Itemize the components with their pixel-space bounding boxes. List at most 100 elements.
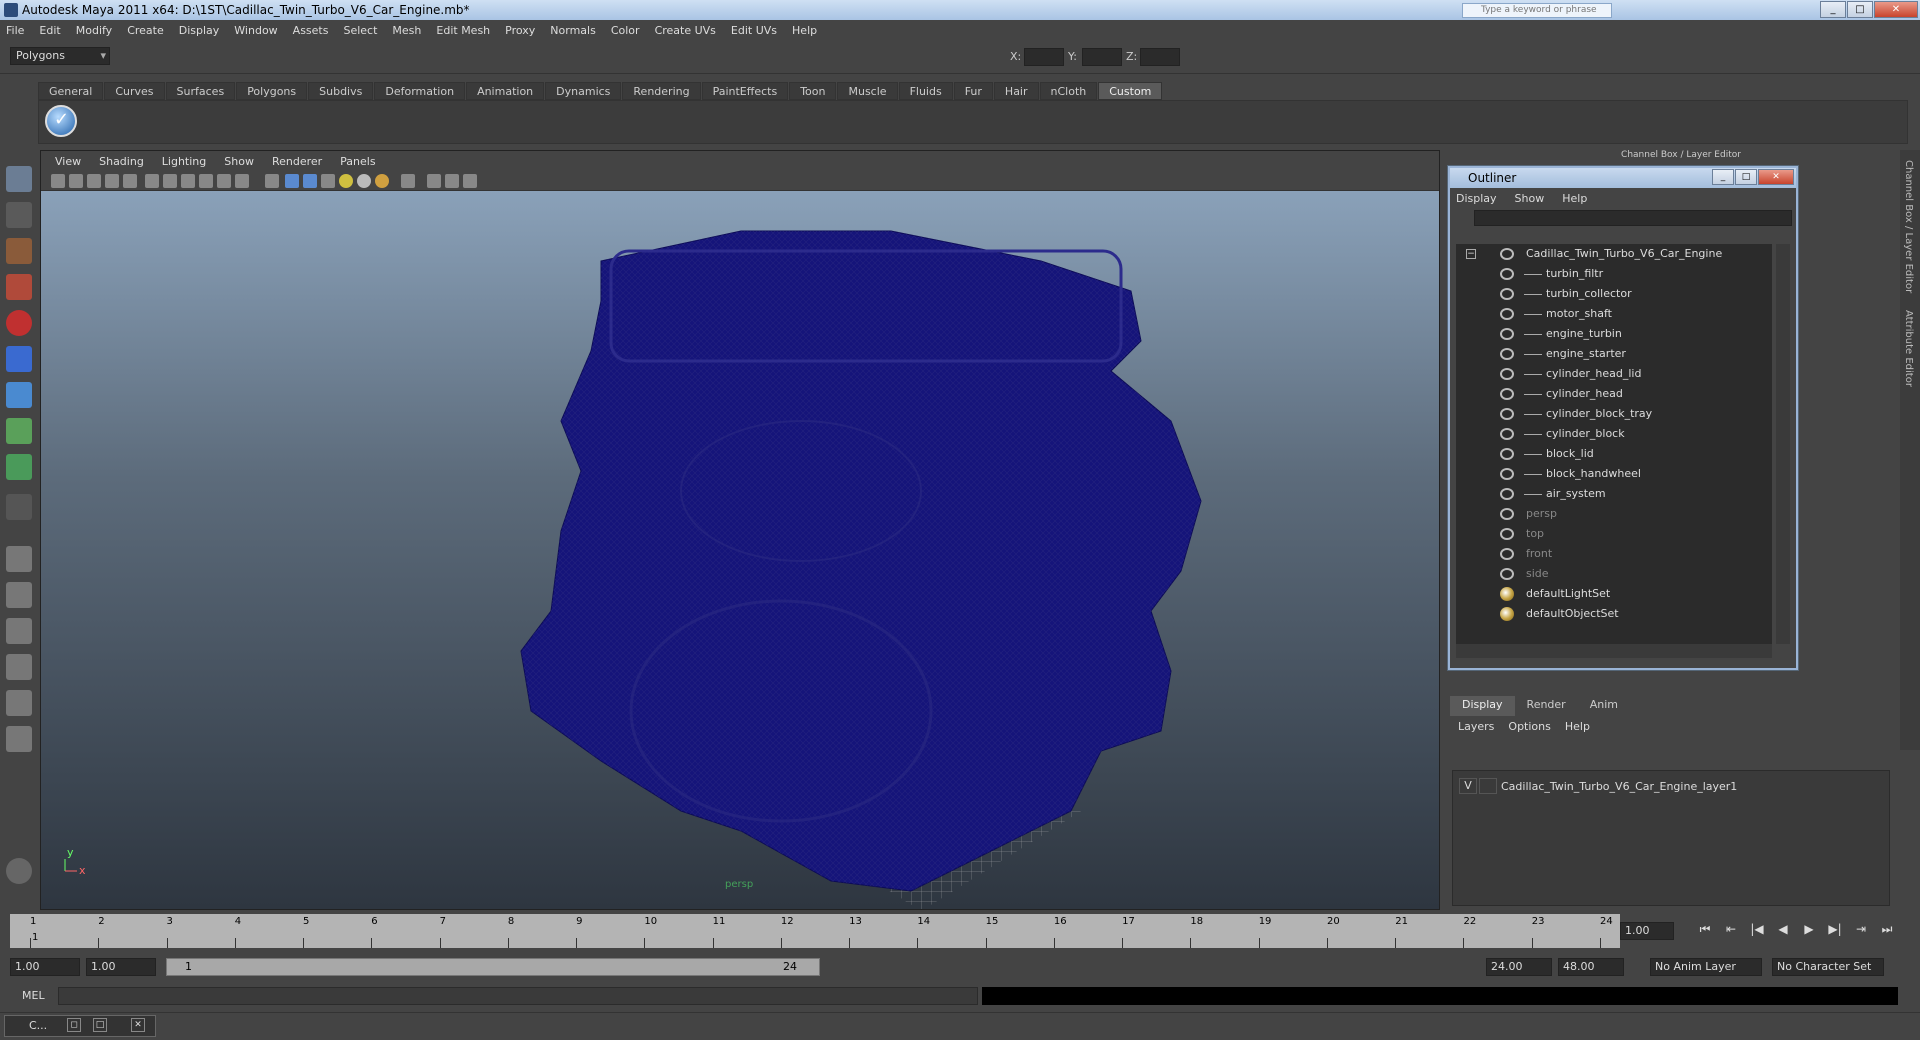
isolate-select-icon[interactable] <box>265 174 279 188</box>
single-perspective-layout-icon[interactable] <box>6 546 32 572</box>
outliner-item[interactable]: engine_turbin <box>1456 324 1772 344</box>
outliner-filter-input[interactable] <box>1474 210 1792 226</box>
shelf-tab-general[interactable]: General <box>38 82 104 100</box>
layer-menu-options[interactable]: Options <box>1508 720 1550 733</box>
outliner-item[interactable]: cylinder_block_tray <box>1456 404 1772 424</box>
restore-icon[interactable]: ◻ <box>67 1018 81 1032</box>
bookmark-icon[interactable] <box>87 174 101 188</box>
shelf-tab-fluids[interactable]: Fluids <box>898 82 953 100</box>
viewport-menu-panels[interactable]: Panels <box>340 155 375 168</box>
film-gate-icon[interactable] <box>427 174 441 188</box>
current-frame-field[interactable]: 1.00 <box>1620 922 1674 940</box>
outliner-camera-item[interactable]: side <box>1456 564 1772 584</box>
perspective-viewport[interactable]: View Shading Lighting Show Renderer Panels <box>40 150 1440 910</box>
outliner-camera-item[interactable]: top <box>1456 524 1772 544</box>
layer-visibility-toggle[interactable]: V <box>1459 778 1477 794</box>
layer-tab-render[interactable]: Render <box>1515 696 1578 716</box>
shelf-tab-subdivs[interactable]: Subdivs <box>308 82 374 100</box>
last-tool-icon[interactable] <box>6 494 32 520</box>
shelf-tab-rendering[interactable]: Rendering <box>622 82 701 100</box>
shelf-tab-toon[interactable]: Toon <box>789 82 837 100</box>
close-button[interactable]: ✕ <box>1874 1 1918 18</box>
menu-proxy[interactable]: Proxy <box>505 24 535 37</box>
menu-create[interactable]: Create <box>127 24 164 37</box>
graph-editor-layout-icon[interactable] <box>6 654 32 680</box>
step-back-key-icon[interactable]: ⇤ <box>1718 922 1744 940</box>
outliner-item[interactable]: turbin_collector <box>1456 284 1772 304</box>
menu-edit[interactable]: Edit <box>39 24 60 37</box>
camera-attributes-icon[interactable] <box>69 174 83 188</box>
step-back-frame-icon[interactable]: |◀ <box>1744 922 1770 940</box>
start-time-field[interactable]: 1.00 <box>10 958 80 976</box>
viewport-menu-shading[interactable]: Shading <box>99 155 144 168</box>
minimized-window-item[interactable]: C... ◻ □ ✕ <box>4 1015 156 1037</box>
viewport-menu-renderer[interactable]: Renderer <box>272 155 322 168</box>
layer-tab-display[interactable]: Display <box>1450 696 1515 716</box>
outliner-persp-layout-icon[interactable] <box>6 618 32 644</box>
go-to-end-icon[interactable]: ⏭ <box>1874 922 1900 940</box>
play-backwards-icon[interactable]: ◀ <box>1770 922 1796 940</box>
help-search-input[interactable]: Type a keyword or phrase <box>1462 3 1612 18</box>
layer-menu-help[interactable]: Help <box>1565 720 1590 733</box>
shelf-tab-dynamics[interactable]: Dynamics <box>545 82 622 100</box>
play-forwards-icon[interactable]: ▶ <box>1796 922 1822 940</box>
menu-file[interactable]: File <box>6 24 24 37</box>
layer-tab-anim[interactable]: Anim <box>1578 696 1630 716</box>
layer-row[interactable]: V Cadillac_Twin_Turbo_V6_Car_Engine_laye… <box>1459 777 1737 795</box>
outliner-item[interactable]: block_handwheel <box>1456 464 1772 484</box>
playback-end-field[interactable]: 24.00 <box>1486 958 1552 976</box>
step-forward-frame-icon[interactable]: ▶| <box>1822 922 1848 940</box>
hypershade-layout-icon[interactable] <box>6 690 32 716</box>
outliner-horizontal-scrollbar[interactable] <box>1456 644 1772 658</box>
viewport-scene[interactable]: y x persp <box>41 191 1439 909</box>
outliner-menu-display[interactable]: Display <box>1456 192 1497 205</box>
menu-select[interactable]: Select <box>343 24 377 37</box>
select-tool-icon[interactable] <box>6 166 32 192</box>
selected-lights-icon[interactable] <box>375 174 389 188</box>
menu-edit-mesh[interactable]: Edit Mesh <box>436 24 490 37</box>
show-manipulator-icon[interactable] <box>6 454 32 480</box>
shelf-tab-deformation[interactable]: Deformation <box>374 82 466 100</box>
playback-start-field[interactable]: 1.00 <box>86 958 156 976</box>
menu-modify[interactable]: Modify <box>76 24 112 37</box>
scale-tool-icon[interactable] <box>6 346 32 372</box>
maximize-button[interactable]: □ <box>1847 1 1873 18</box>
maximize-icon[interactable]: □ <box>93 1018 107 1032</box>
resolution-gate-icon[interactable] <box>401 174 415 188</box>
safe-action-icon[interactable] <box>445 174 459 188</box>
shelf-tab-polygons[interactable]: Polygons <box>236 82 308 100</box>
shadows-icon[interactable] <box>217 174 231 188</box>
menu-edit-uvs[interactable]: Edit UVs <box>731 24 777 37</box>
outliner-set-item[interactable]: defaultLightSet <box>1456 584 1772 604</box>
menu-assets[interactable]: Assets <box>293 24 329 37</box>
four-view-layout-icon[interactable] <box>6 582 32 608</box>
viewport-menu-view[interactable]: View <box>55 155 81 168</box>
outliner-item[interactable]: air_system <box>1456 484 1772 504</box>
all-lights-icon[interactable] <box>357 174 371 188</box>
x-coordinate-field[interactable] <box>1024 48 1064 66</box>
shelf-tab-muscle[interactable]: Muscle <box>837 82 898 100</box>
go-to-start-icon[interactable]: ⏮ <box>1692 922 1718 940</box>
shelf-tab-animation[interactable]: Animation <box>466 82 545 100</box>
outliner-maximize-button[interactable]: □ <box>1735 169 1757 185</box>
menu-normals[interactable]: Normals <box>550 24 596 37</box>
outliner-item[interactable]: engine_starter <box>1456 344 1772 364</box>
textured-cube-icon[interactable] <box>303 174 317 188</box>
outliner-minimize-button[interactable]: _ <box>1712 169 1734 185</box>
collapse-icon[interactable]: − <box>1466 249 1476 259</box>
layer-playback-toggle[interactable] <box>1479 778 1497 794</box>
shelf-tab-hair[interactable]: Hair <box>993 82 1039 100</box>
custom-shelf-check-icon[interactable] <box>45 105 77 137</box>
menu-create-uvs[interactable]: Create UVs <box>655 24 716 37</box>
default-light-icon[interactable] <box>339 174 353 188</box>
character-set-dropdown[interactable]: No Character Set <box>1772 958 1884 976</box>
lights-icon[interactable] <box>199 174 213 188</box>
outliner-item[interactable]: cylinder_head <box>1456 384 1772 404</box>
checker-icon[interactable] <box>321 174 335 188</box>
universal-manipulator-icon[interactable] <box>6 382 32 408</box>
close-icon[interactable]: ✕ <box>131 1018 145 1032</box>
image-plane-icon[interactable] <box>105 174 119 188</box>
mel-label[interactable]: MEL <box>22 989 45 1002</box>
viewport-menu-lighting[interactable]: Lighting <box>162 155 206 168</box>
shelf-tab-ncloth[interactable]: nCloth <box>1039 82 1098 100</box>
